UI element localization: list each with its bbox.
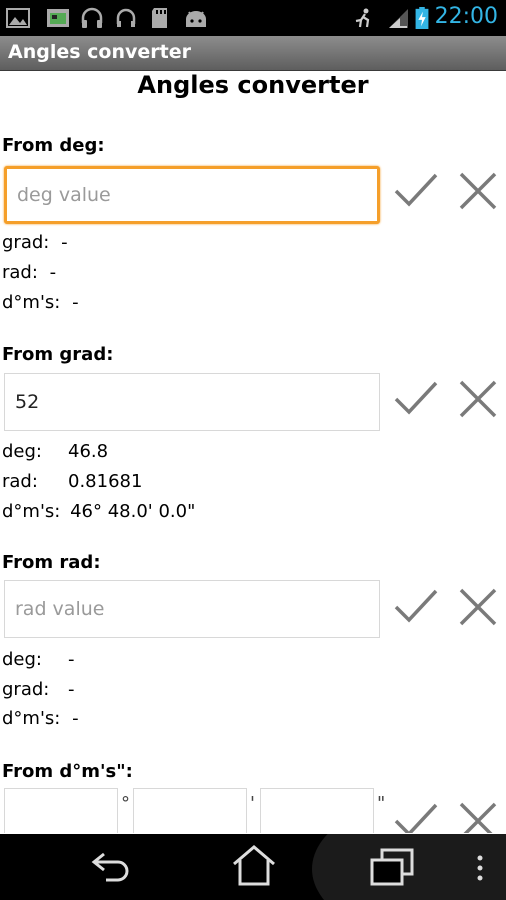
dms-confirm-check-icon[interactable] [392, 797, 440, 833]
navigation-bar [0, 834, 506, 900]
dms-degrees-input[interactable] [4, 788, 118, 833]
rad-result-deg: deg: - [2, 649, 75, 670]
result-label: rad: [2, 471, 38, 492]
status-bar: 22:00 [0, 0, 506, 36]
result-label: d°m's: [2, 292, 61, 313]
sd-card-icon [152, 8, 167, 28]
app-title-bar: Angles converter [0, 36, 506, 71]
result-value: 46° 48.0' 0.0" [70, 501, 196, 522]
android-debug-icon [186, 11, 206, 27]
from-dms-label: From d°m's": [2, 761, 133, 782]
result-label: deg: [2, 441, 42, 462]
sync-icon [355, 8, 370, 28]
headphones-icon [81, 7, 103, 28]
from-grad-label: From grad: [2, 344, 114, 365]
result-label: grad: [2, 232, 50, 253]
deg-result-grad: grad: - [2, 232, 68, 253]
grad-result-dms: d°m's: 46° 48.0' 0.0" [2, 501, 195, 522]
headset-icon [116, 8, 136, 27]
result-label: d°m's: [2, 501, 61, 522]
rad-input[interactable] [4, 580, 380, 638]
grad-result-rad: rad: 0.81681 [2, 471, 142, 492]
result-label: deg: [2, 649, 42, 670]
result-value: 0.81681 [68, 471, 143, 492]
recent-apps-icon[interactable] [368, 848, 416, 888]
result-value: - [72, 292, 79, 313]
rad-clear-x-icon[interactable] [454, 583, 502, 631]
deg-clear-x-icon[interactable] [454, 167, 502, 215]
dms-seconds-input[interactable] [260, 788, 374, 833]
app-title: Angles converter [8, 41, 191, 63]
deg-result-dms: d°m's: - [2, 292, 79, 313]
result-label: rad: [2, 262, 38, 283]
grad-confirm-check-icon[interactable] [392, 375, 440, 423]
result-label: d°m's: [2, 708, 61, 729]
menu-icon[interactable] [474, 854, 486, 882]
media-icon [47, 9, 69, 27]
signal-icon [389, 9, 408, 28]
from-deg-label: From deg: [2, 135, 105, 156]
grad-input[interactable] [4, 373, 380, 431]
grad-result-deg: deg: 46.8 [2, 441, 108, 462]
result-value: - [49, 262, 57, 283]
grad-clear-x-icon[interactable] [454, 375, 502, 423]
back-icon[interactable] [88, 846, 136, 886]
result-value: - [72, 708, 79, 729]
second-symbol: " [377, 793, 386, 814]
result-value: - [61, 232, 68, 253]
clock: 22:00 [434, 4, 498, 29]
page-title: Angles converter [137, 71, 369, 99]
rad-confirm-check-icon[interactable] [392, 583, 440, 631]
degree-symbol: ° [121, 793, 130, 814]
minute-symbol: ' [250, 793, 255, 814]
result-value: - [68, 649, 75, 670]
result-value: 46.8 [68, 441, 109, 462]
battery-charging-icon [415, 7, 429, 29]
image-icon [6, 8, 30, 28]
home-icon[interactable] [230, 844, 278, 888]
deg-result-rad: rad: - [2, 262, 56, 283]
rad-result-dms: d°m's: - [2, 708, 79, 729]
deg-confirm-check-icon[interactable] [392, 167, 440, 215]
result-value: - [68, 679, 75, 700]
result-label: grad: [2, 679, 50, 700]
deg-input[interactable] [4, 166, 380, 224]
dms-minutes-input[interactable] [133, 788, 247, 833]
from-rad-label: From rad: [2, 552, 101, 573]
main-content[interactable]: Angles converter From deg: grad: - rad: … [0, 71, 506, 833]
dms-clear-x-icon[interactable] [454, 797, 502, 833]
rad-result-grad: grad: - [2, 679, 75, 700]
